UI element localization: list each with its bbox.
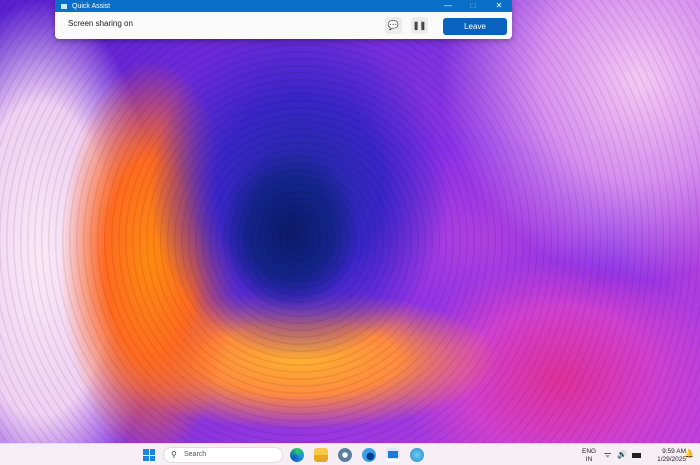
battery-icon[interactable]	[632, 453, 641, 458]
file-explorer-icon[interactable]	[314, 448, 328, 462]
notification-bell-icon[interactable]: 🔔	[684, 450, 694, 458]
window-title: Quick Assist	[72, 2, 111, 10]
search-box[interactable]: ⚲ Search	[163, 447, 283, 463]
search-placeholder: Search	[184, 451, 207, 458]
chat-icon: 💬	[387, 20, 400, 30]
leave-button[interactable]: Leave	[443, 18, 507, 35]
volume-icon[interactable]: 🔊	[617, 451, 627, 459]
quick-assist-icon	[61, 3, 67, 9]
wifi-icon[interactable]: ᯤ	[604, 451, 611, 459]
time: 9:59 AM	[662, 448, 686, 455]
start-button[interactable]	[143, 449, 155, 461]
remote-desktop-icon[interactable]	[386, 448, 400, 462]
taskbar: ⚲ Search ENG IN ᯤ 🔊 9:59 AM 1/29/2025 🔔	[0, 443, 700, 465]
search-icon: ⚲	[171, 450, 177, 459]
pause-icon: ❚❚	[412, 21, 427, 30]
minimize-button[interactable]: —	[438, 0, 458, 12]
pause-button[interactable]: ❚❚	[411, 17, 428, 34]
clock[interactable]: 9:59 AM 1/29/2025	[648, 448, 686, 464]
quick-assist-window: Quick Assist — □ ✕ Screen sharing on 💬 ❚…	[55, 0, 512, 39]
maximize-button[interactable]: □	[463, 0, 483, 12]
date: 1/29/2025	[657, 456, 686, 463]
language-indicator[interactable]: ENG IN	[582, 448, 596, 464]
chat-button[interactable]: 💬	[385, 17, 402, 34]
language-code: ENG	[582, 448, 597, 455]
quick-assist-taskbar-icon[interactable]	[362, 448, 376, 462]
sharing-status: Screen sharing on	[68, 19, 133, 28]
desktop-wallpaper	[0, 0, 700, 443]
settings-icon[interactable]	[338, 448, 352, 462]
edge-icon[interactable]	[290, 448, 304, 462]
browser-globe-icon[interactable]	[410, 448, 424, 462]
close-button[interactable]: ✕	[489, 0, 509, 12]
region-code: IN	[585, 456, 593, 463]
